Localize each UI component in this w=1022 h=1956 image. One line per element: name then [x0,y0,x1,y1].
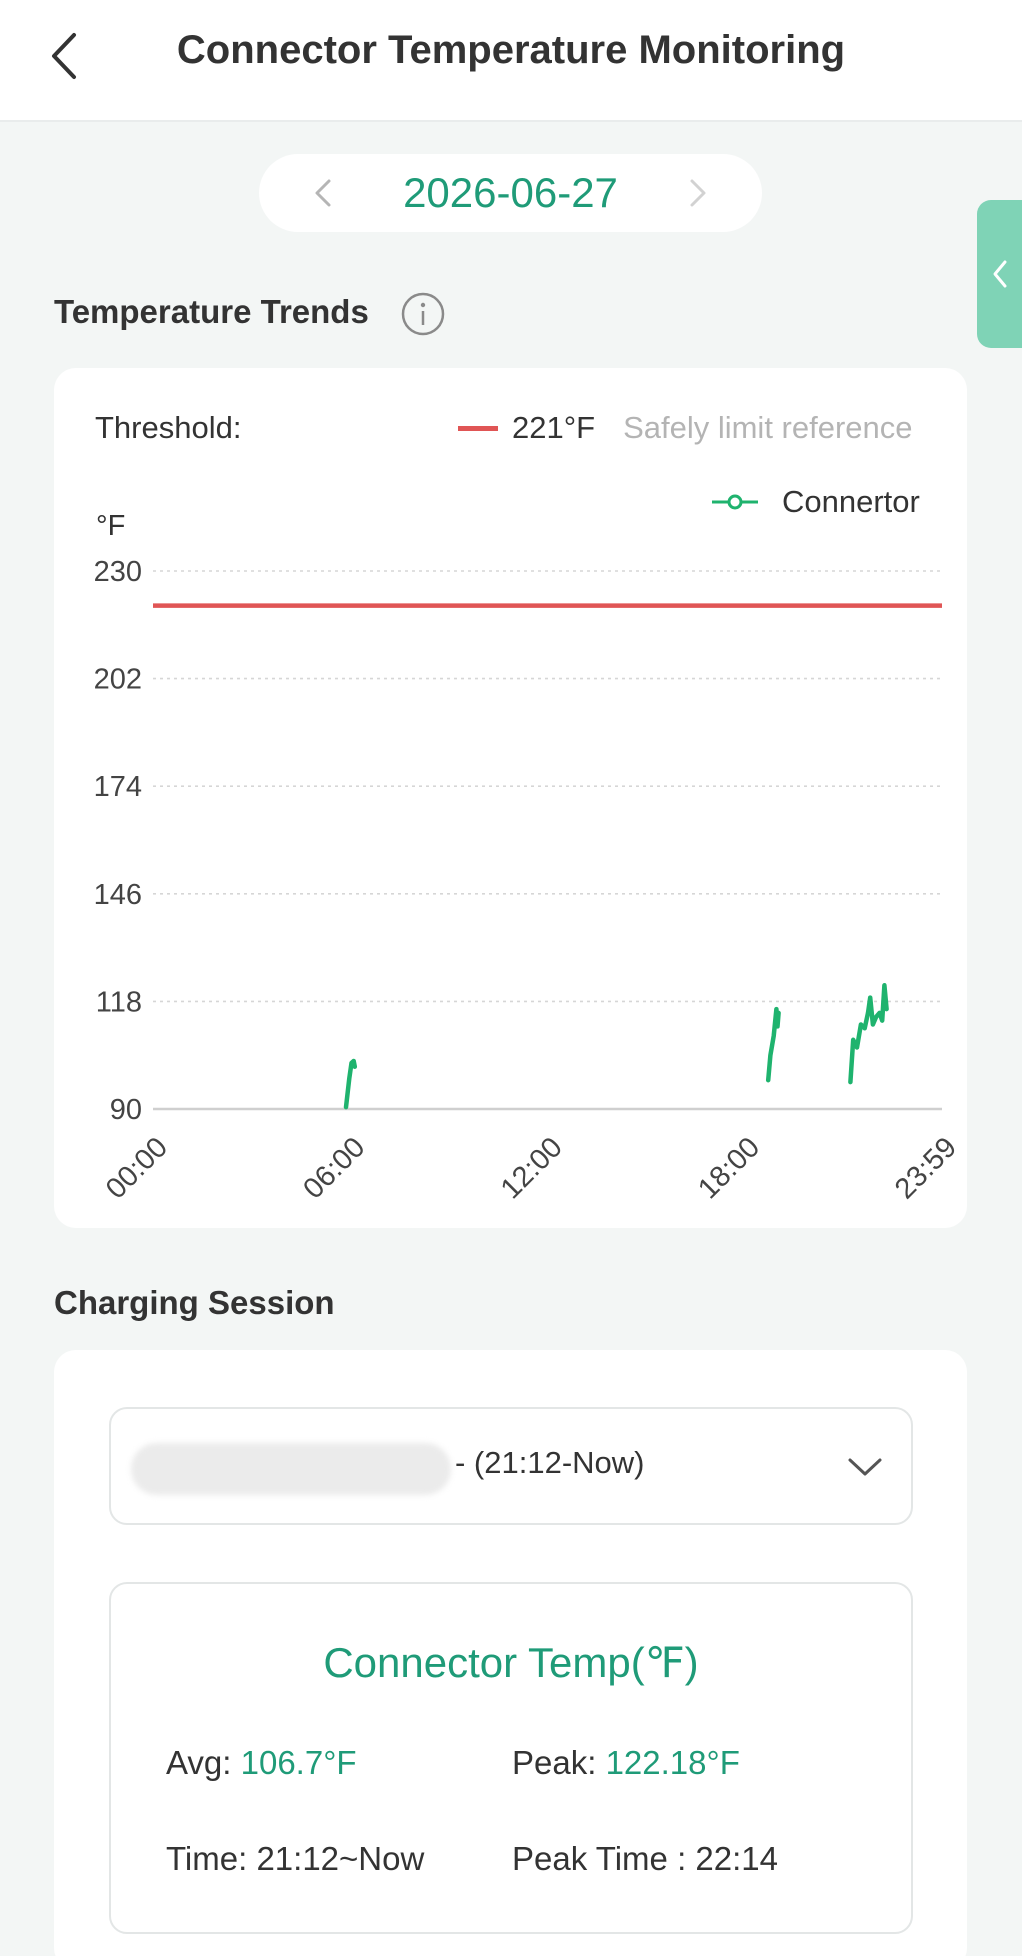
prev-date-button[interactable] [303,173,343,213]
side-drawer-tab[interactable] [977,200,1022,348]
info-icon[interactable] [401,292,445,336]
connector-temp-summary: Connector Temp(℉) Avg: 106.7°F Peak: 122… [109,1582,913,1934]
peak-value: 122.18°F [605,1744,740,1781]
date-picker: 2026-06-27 [259,154,762,232]
next-date-button[interactable] [678,173,718,213]
y-tick-label: 202 [94,664,142,696]
app-header: Connector Temperature Monitoring [0,0,1022,122]
avg-temp: Avg: 106.7°F [166,1744,357,1782]
y-tick-label: 90 [110,1094,142,1126]
chevron-left-icon [993,260,1006,288]
y-tick-label: 118 [96,986,142,1018]
y-tick-label: 174 [94,771,142,803]
connector-series-line [765,1006,781,1083]
connector-temp-title: Connector Temp(℉) [323,1639,699,1686]
session-dropdown[interactable]: - (21:12-Now) [109,1407,913,1525]
connector-series-line [848,983,889,1085]
temperature-line-chart[interactable]: °F 230 202 174 146 118 90 00:00 06:00 12:00 18:00 2… [54,370,967,1230]
session-time: Time: 21:12~Now [166,1840,425,1877]
redacted-session-name [131,1443,451,1495]
connector-series-line [343,1058,358,1110]
temperature-trends-title: Temperature Trends [54,293,369,330]
peak-time: Peak Time : 22:14 [512,1840,778,1877]
x-tick-label: 18:00 [692,1131,766,1205]
chevron-down-icon [848,1458,882,1476]
selected-date[interactable]: 2026-06-27 [403,169,618,217]
session-dropdown-value: - (21:12-Now) [455,1445,645,1480]
x-tick-label: 12:00 [495,1131,569,1205]
page-title: Connector Temperature Monitoring [176,28,846,72]
charging-session-title: Charging Session [54,1284,335,1321]
y-tick-label: 146 [94,879,142,911]
peak-temp: Peak: 122.18°F [512,1744,740,1782]
x-tick-label: 00:00 [100,1131,174,1205]
avg-value: 106.7°F [240,1744,357,1781]
chevron-right-icon [690,179,706,207]
y-axis-unit-label: °F [96,510,125,542]
x-tick-label: 06:00 [297,1131,371,1205]
avg-label: Avg: [166,1744,241,1781]
chevron-left-icon [315,179,331,207]
x-tick-label: 23:59 [889,1131,963,1205]
peak-label: Peak: [512,1744,606,1781]
y-tick-label: 230 [94,556,142,588]
